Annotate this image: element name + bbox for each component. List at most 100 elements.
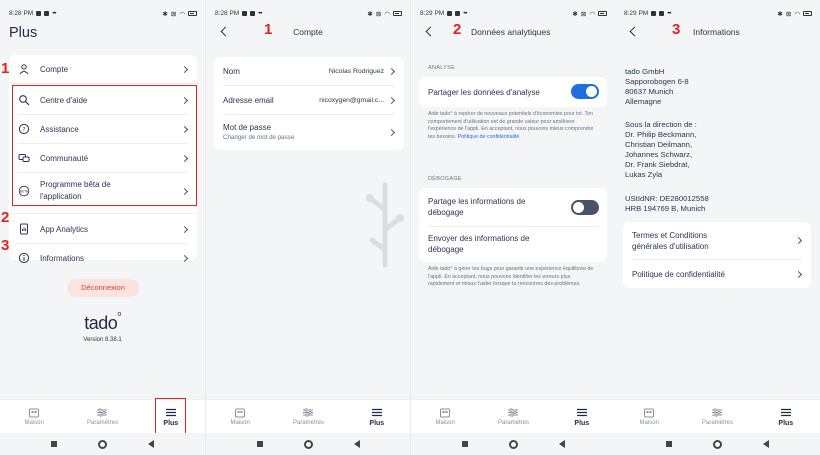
tab-plus[interactable]: Plus [343,400,410,433]
tab-maison[interactable]: Maison [615,400,683,433]
tab-maison[interactable]: Maison [0,400,68,433]
home-button[interactable] [712,439,722,449]
tab-label: Maison [639,420,659,426]
tab-label: Paramètres [701,420,733,426]
row-email[interactable]: Adresse email nicoxygen@gmail.c... [214,86,404,114]
account-card: Nom Nicolas Rodriguez Adresse email nico… [214,57,404,150]
section-label: DÉBOGAGE [428,176,462,182]
analytics-description: Aide tado° à repérer de nouveaux potenti… [428,111,598,141]
recents-button[interactable] [50,441,57,447]
direction-line: Sous la direction de : [625,120,697,129]
back-arrow-icon[interactable] [424,25,436,39]
back-button[interactable] [148,440,155,448]
watermark-graphic [366,182,404,268]
chevron-right-icon [794,236,803,245]
tab-plus[interactable]: Plus [548,400,615,433]
system-nav-bar [411,433,615,455]
notification-icon [250,11,256,16]
status-time: 8:29 PM [624,10,649,17]
page-title: Plus [9,25,38,41]
recents-button[interactable] [256,441,263,447]
composite-screenshot: 8:28 PM ••• ✱ ⊠ ◠ Plus Compte Centre d'aide… [0,0,820,455]
row-label: Nom [223,66,240,76]
tab-label: Paramètres [86,420,118,426]
status-bar: 8:29 PM ••• ✱ ⊠ ◠ [615,0,820,20]
annotation-number: 3 [1,237,10,254]
row-label: Adresse email [223,95,274,105]
terms-link[interactable]: Termes et Conditions générales d'utilisat… [623,222,811,259]
logout-button[interactable]: Déconnexion [67,279,139,297]
tab-parametres[interactable]: Paramètres [274,400,342,433]
header: Informations [615,20,820,44]
privacy-policy-link[interactable]: Politique de confidentialité [458,134,520,140]
bluetooth-icon: ✱ [777,10,783,18]
debug-description: Aide tado° à gérer tes bugs pour garanti… [428,266,594,287]
back-arrow-icon[interactable] [628,25,640,39]
menu-item-label: Informations [40,253,85,263]
mute-icon: ⊠ [785,10,792,18]
back-button[interactable] [763,440,770,448]
row-label-line2: générales d'utilisation [632,241,709,251]
trade-register: HRB 194769 B, Munich [625,204,706,213]
tab-plus[interactable]: Plus [752,400,820,433]
tab-label: Paramètres [292,420,324,426]
tab-label: Maison [435,420,455,426]
home-button[interactable] [303,439,313,449]
chevron-right-icon [794,270,803,278]
share-analytics-toggle[interactable] [571,84,599,99]
annotation-number: 1 [1,60,10,77]
recents-button[interactable] [665,441,672,447]
tab-bar: Maison Paramètres Plus [615,399,820,433]
more-dots: ••• [258,10,262,17]
row-send-debug[interactable]: Envoyer des informations de débogage [419,227,607,261]
tab-label: Maison [230,420,250,426]
analytics-card: Partager les données d'analyse [419,77,607,107]
company-address: tado GmbH Sapporobogen 6-8 80637 Munich … [625,67,689,107]
row-label-line2: débogage [428,208,464,217]
toggle-knob [573,202,584,213]
app-version: Version 8.38.1 [83,337,122,343]
row-label-line2: débogage [428,245,464,254]
tab-label: Plus [778,419,794,427]
tab-maison[interactable]: Maison [206,400,274,433]
row-sublabel: Changer de mot de passe [223,134,295,141]
home-button[interactable] [97,439,107,449]
chevron-right-icon [387,96,396,104]
tab-maison[interactable]: Maison [411,400,479,433]
battery-icon [598,11,607,16]
info-icon [18,252,30,264]
system-nav-bar [206,433,410,455]
wifi-icon: ◠ [384,10,390,18]
row-password[interactable]: Mot de passe Changer de mot de passe [214,115,404,149]
chevron-right-icon [180,225,189,233]
privacy-policy-link[interactable]: Politique de confidentialité [623,260,811,288]
legal-links-card: Termes et Conditions générales d'utilisat… [623,222,811,288]
battery-icon [188,11,197,16]
row-value: nicoxygen@gmail.c... [319,96,384,104]
notification-icon [44,11,50,16]
recents-button[interactable] [461,441,468,447]
logo-text: tado [84,313,118,333]
menu-item-informations[interactable]: Informations [9,244,197,272]
section-label: ANALYSE [428,65,456,71]
tab-parametres[interactable]: Paramètres [683,400,751,433]
tab-parametres[interactable]: Paramètres [479,400,547,433]
tab-parametres[interactable]: Paramètres [68,400,136,433]
back-button[interactable] [559,440,566,448]
debug-card: Partage les informations de débogage Envo… [419,188,607,262]
share-debug-toggle[interactable] [571,200,599,215]
menu-item-compte[interactable]: Compte [9,55,197,83]
back-button[interactable] [354,440,361,448]
row-nom[interactable]: Nom Nicolas Rodriguez [214,57,404,85]
notification-icon [447,11,453,16]
home-button[interactable] [508,439,518,449]
system-nav-bar [0,433,205,455]
direction-line: Lukas Zyla [625,170,663,179]
annotation-number: 2 [453,21,462,38]
status-time: 8:29 PM [420,10,445,17]
person-icon [18,63,30,75]
status-time: 8:28 PM [9,10,34,17]
menu-item-app-analytics[interactable]: App Analytics [9,215,197,243]
chevron-right-icon [180,65,189,73]
bluetooth-icon: ✱ [162,10,168,18]
